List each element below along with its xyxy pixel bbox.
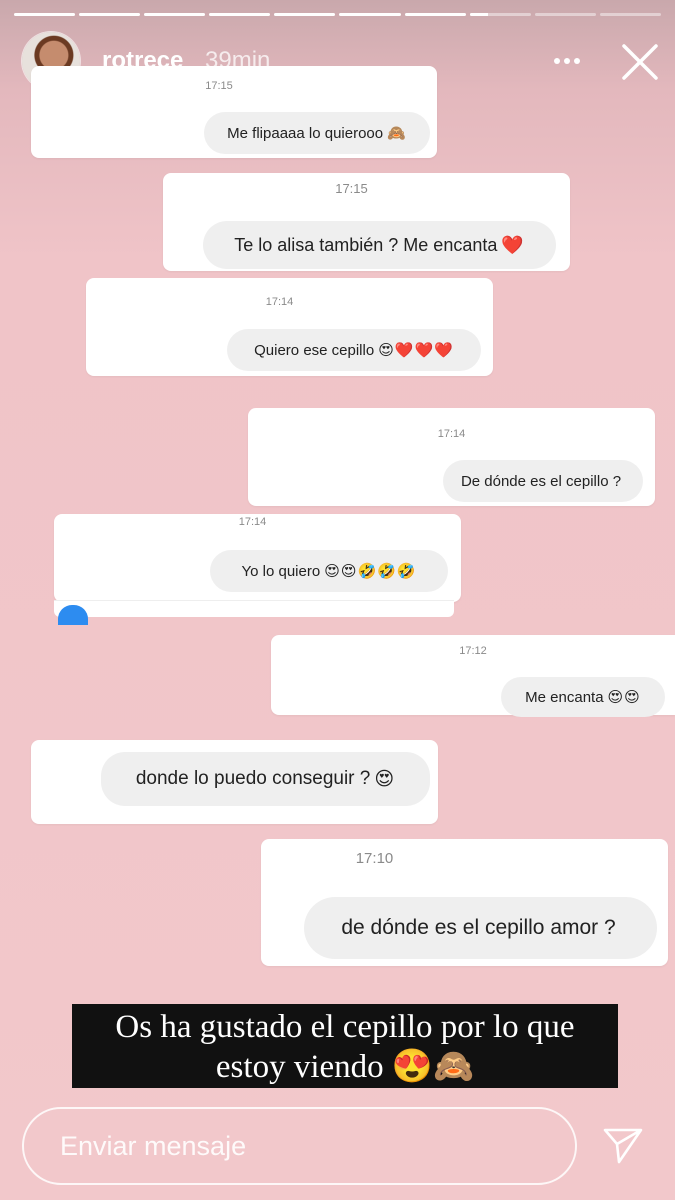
- message-emoji: 😍😍🤣🤣🤣: [324, 563, 417, 580]
- message-text: de dónde es el cepillo amor ?: [341, 916, 616, 939]
- message-timestamp: 17:14: [265, 296, 294, 308]
- progress-segment: [534, 13, 596, 16]
- caption-emoji: 😍🙈: [391, 1049, 475, 1085]
- message-text: De dónde es el cepillo ?: [460, 472, 622, 490]
- message-text: Quiero ese cepillo: [254, 341, 375, 359]
- send-icon[interactable]: [602, 1126, 644, 1166]
- message-bubble: Me flipaaaa lo quierooo 🙈: [204, 112, 430, 154]
- message-card: donde lo puedo conseguir ? 😍: [31, 740, 438, 824]
- progress-segment: [404, 13, 466, 16]
- message-bubble: Yo lo quiero 😍😍🤣🤣🤣: [210, 550, 448, 592]
- message-card: 17:14 Yo lo quiero 😍😍🤣🤣🤣: [54, 514, 461, 602]
- message-text: donde lo puedo conseguir ?: [135, 768, 371, 789]
- message-bubble: de dónde es el cepillo amor ?: [304, 897, 657, 959]
- caption-line-1: Os ha gustado el cepillo por lo que: [115, 1009, 575, 1045]
- message-timestamp: 17:15: [205, 80, 233, 92]
- progress-segment: [599, 13, 661, 16]
- message-emoji: 😍😍: [607, 689, 641, 706]
- message-emoji: 🙈: [387, 125, 407, 142]
- progress-segment: [144, 13, 206, 16]
- progress-segment: [469, 13, 531, 16]
- message-timestamp: 17:14: [238, 516, 267, 528]
- chat-input-strip: [54, 600, 454, 625]
- message-text: Me encanta: [525, 688, 604, 706]
- progress-segment: [274, 13, 336, 16]
- message-emoji: 😍: [374, 768, 396, 790]
- message-timestamp: 17:14: [437, 428, 466, 440]
- progress-segment: [14, 13, 76, 16]
- message-bubble: Te lo alisa también ? Me encanta ❤️: [203, 221, 556, 269]
- message-card: 17:15 Te lo alisa también ? Me encanta ❤…: [163, 173, 570, 271]
- message-timestamp: 17:10: [355, 850, 394, 867]
- caption-line-2: estoy viendo: [215, 1049, 384, 1085]
- progress-segment: [339, 13, 401, 16]
- caption-line-2-row: estoy viendo 😍🙈: [72, 1047, 618, 1087]
- message-bubble: De dónde es el cepillo ?: [443, 460, 643, 502]
- message-emoji: 😍❤️❤️❤️: [378, 342, 454, 359]
- message-card: 17:14 De dónde es el cepillo ?: [248, 408, 655, 506]
- message-card: 17:14 Quiero ese cepillo 😍❤️❤️❤️: [86, 278, 493, 376]
- message-timestamp: 17:12: [459, 645, 487, 657]
- story-caption: Os ha gustado el cepillo por lo que esto…: [72, 1004, 618, 1088]
- message-bubble: Quiero ese cepillo 😍❤️❤️❤️: [227, 329, 481, 371]
- more-dots-icon[interactable]: [550, 48, 584, 74]
- message-text: Te lo alisa también ? Me encanta: [234, 234, 498, 255]
- progress-segment: [209, 13, 271, 16]
- story-progress-bar: [14, 13, 661, 17]
- message-timestamp: 17:15: [335, 181, 368, 196]
- message-card: 17:10 de dónde es el cepillo amor ?: [261, 839, 668, 966]
- message-text: Yo lo quiero: [241, 562, 321, 580]
- camera-icon: [58, 605, 88, 625]
- message-card: 17:12 Me encanta 😍😍: [271, 635, 675, 717]
- message-emoji: ❤️: [501, 234, 525, 255]
- message-card: 17:15 Me flipaaaa lo quierooo 🙈: [31, 66, 437, 158]
- message-bubble: donde lo puedo conseguir ? 😍: [101, 752, 430, 806]
- close-icon[interactable]: [618, 40, 662, 84]
- message-bubble: Me encanta 😍😍: [501, 677, 665, 717]
- send-message-input[interactable]: Enviar mensaje: [22, 1107, 577, 1185]
- message-text: Me flipaaaa lo quierooo: [227, 124, 384, 142]
- progress-segment: [79, 13, 141, 16]
